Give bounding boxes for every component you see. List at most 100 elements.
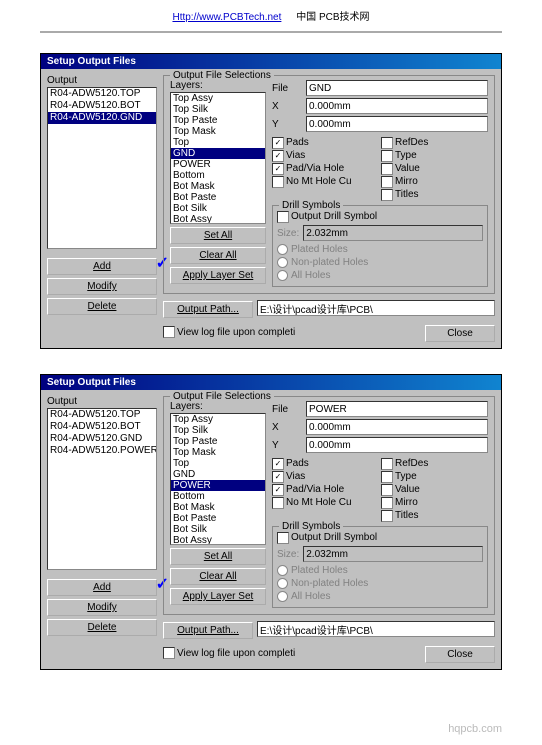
drill-size-label: Size: [277, 228, 299, 239]
checkbox[interactable] [272, 497, 284, 509]
view-log-checkbox[interactable] [163, 326, 175, 338]
file-input[interactable] [306, 401, 488, 417]
checkbox[interactable] [272, 176, 284, 188]
list-item[interactable]: R04-ADW5120.POWER [48, 445, 156, 457]
view-log-checkbox[interactable] [163, 647, 175, 659]
checkbox[interactable] [381, 458, 393, 470]
layers-listbox[interactable]: Top AssyTop SilkTop PasteTop MaskTopGNDP… [170, 413, 266, 545]
layers-listbox[interactable]: Top AssyTop SilkTop PasteTop MaskTopGNDP… [170, 92, 266, 224]
add-button[interactable]: Add [47, 258, 157, 275]
list-item[interactable]: R04-ADW5120.GND [48, 112, 156, 124]
checkbox-label: Mirro [395, 175, 418, 188]
apply-layer-set-button[interactable]: Apply Layer Set [170, 588, 266, 605]
modify-button[interactable]: Modify [47, 599, 157, 616]
checkbox-label: Vias [286, 149, 305, 162]
list-item[interactable]: Top [171, 137, 265, 148]
list-item[interactable]: Top Silk [171, 104, 265, 115]
output-path-input[interactable] [257, 300, 495, 316]
radio-label: All Holes [291, 590, 330, 603]
list-item[interactable]: Top Mask [171, 126, 265, 137]
y-input[interactable] [306, 437, 488, 453]
checkbox[interactable] [381, 510, 393, 522]
y-label: Y [272, 440, 302, 451]
checkbox[interactable] [381, 137, 393, 149]
clear-all-button[interactable]: Clear All [170, 247, 266, 264]
list-item[interactable]: Bot Silk [171, 524, 265, 535]
y-label: Y [272, 119, 302, 130]
list-item[interactable]: Top Paste [171, 115, 265, 126]
checkbox-label: No Mt Hole Cu [286, 496, 352, 509]
checkbox[interactable] [381, 471, 393, 483]
checkbox[interactable]: ✓ [272, 458, 284, 470]
watermark-url: hqpcb.com [448, 723, 502, 735]
drill-size-label: Size: [277, 549, 299, 560]
delete-button[interactable]: Delete [47, 619, 157, 636]
list-item[interactable]: R04-ADW5120.GND [48, 433, 156, 445]
close-button[interactable]: Close [425, 325, 495, 342]
list-item[interactable]: Bot Assy [171, 535, 265, 545]
close-button[interactable]: Close [425, 646, 495, 663]
list-item[interactable]: Top Paste [171, 436, 265, 447]
drill-title: Drill Symbols [279, 200, 343, 211]
list-item[interactable]: GND [171, 469, 265, 480]
list-item[interactable]: Bot Mask [171, 181, 265, 192]
checkbox[interactable] [381, 176, 393, 188]
list-item[interactable]: Top Mask [171, 447, 265, 458]
list-item[interactable]: POWER [171, 159, 265, 170]
list-item[interactable]: Bot Paste [171, 192, 265, 203]
radio [277, 257, 288, 268]
header-link[interactable]: Http://www.PCBTech.net [172, 12, 281, 23]
list-item[interactable]: GND [171, 148, 265, 159]
x-input[interactable] [306, 419, 488, 435]
list-item[interactable]: Bot Paste [171, 513, 265, 524]
output-path-button[interactable]: Output Path... [163, 301, 253, 318]
list-item[interactable]: Top Silk [171, 425, 265, 436]
output-path-input[interactable] [257, 621, 495, 637]
list-item[interactable]: Top [171, 458, 265, 469]
output-listbox[interactable]: R04-ADW5120.TOPR04-ADW5120.BOTR04-ADW512… [47, 408, 157, 570]
list-item[interactable]: R04-ADW5120.BOT [48, 421, 156, 433]
output-drill-checkbox[interactable] [277, 211, 289, 223]
checkbox[interactable] [381, 484, 393, 496]
y-input[interactable] [306, 116, 488, 132]
checkbox[interactable]: ✓ [272, 163, 284, 175]
list-item[interactable]: Bottom [171, 170, 265, 181]
checkbox[interactable] [381, 150, 393, 162]
set-all-button[interactable]: Set All [170, 227, 266, 244]
file-input[interactable] [306, 80, 488, 96]
clear-all-button[interactable]: Clear All [170, 568, 266, 585]
delete-button[interactable]: Delete [47, 298, 157, 315]
list-item[interactable]: Top Assy [171, 93, 265, 104]
output-drill-label: Output Drill Symbol [291, 531, 377, 544]
checkbox[interactable]: ✓ [272, 484, 284, 496]
list-item[interactable]: R04-ADW5120.TOP [48, 88, 156, 100]
list-item[interactable]: Bot Assy [171, 214, 265, 224]
output-listbox[interactable]: R04-ADW5120.TOPR04-ADW5120.BOTR04-ADW512… [47, 87, 157, 249]
drill-size-input [303, 546, 483, 562]
list-item[interactable]: Bottom [171, 491, 265, 502]
checkbox[interactable] [381, 497, 393, 509]
set-all-button[interactable]: Set All [170, 548, 266, 565]
modify-button[interactable]: Modify [47, 278, 157, 295]
checkbox[interactable] [381, 189, 393, 201]
checkbox[interactable]: ✓ [272, 137, 284, 149]
checkbox[interactable]: ✓ [272, 471, 284, 483]
list-item[interactable]: Bot Mask [171, 502, 265, 513]
checkbox[interactable]: ✓ [272, 150, 284, 162]
x-label: X [272, 101, 302, 112]
list-item[interactable]: Bot Silk [171, 203, 265, 214]
radio-label: Plated Holes [291, 243, 348, 256]
output-path-button[interactable]: Output Path... [163, 622, 253, 639]
add-button[interactable]: Add [47, 579, 157, 596]
apply-layer-set-button[interactable]: Apply Layer Set [170, 267, 266, 284]
checkbox-label: No Mt Hole Cu [286, 175, 352, 188]
drill-symbols-group: Drill Symbols Output Drill Symbol Size: … [272, 526, 488, 608]
radio [277, 270, 288, 281]
output-drill-checkbox[interactable] [277, 532, 289, 544]
list-item[interactable]: POWER [171, 480, 265, 491]
list-item[interactable]: R04-ADW5120.BOT [48, 100, 156, 112]
checkbox[interactable] [381, 163, 393, 175]
list-item[interactable]: R04-ADW5120.TOP [48, 409, 156, 421]
list-item[interactable]: Top Assy [171, 414, 265, 425]
x-input[interactable] [306, 98, 488, 114]
